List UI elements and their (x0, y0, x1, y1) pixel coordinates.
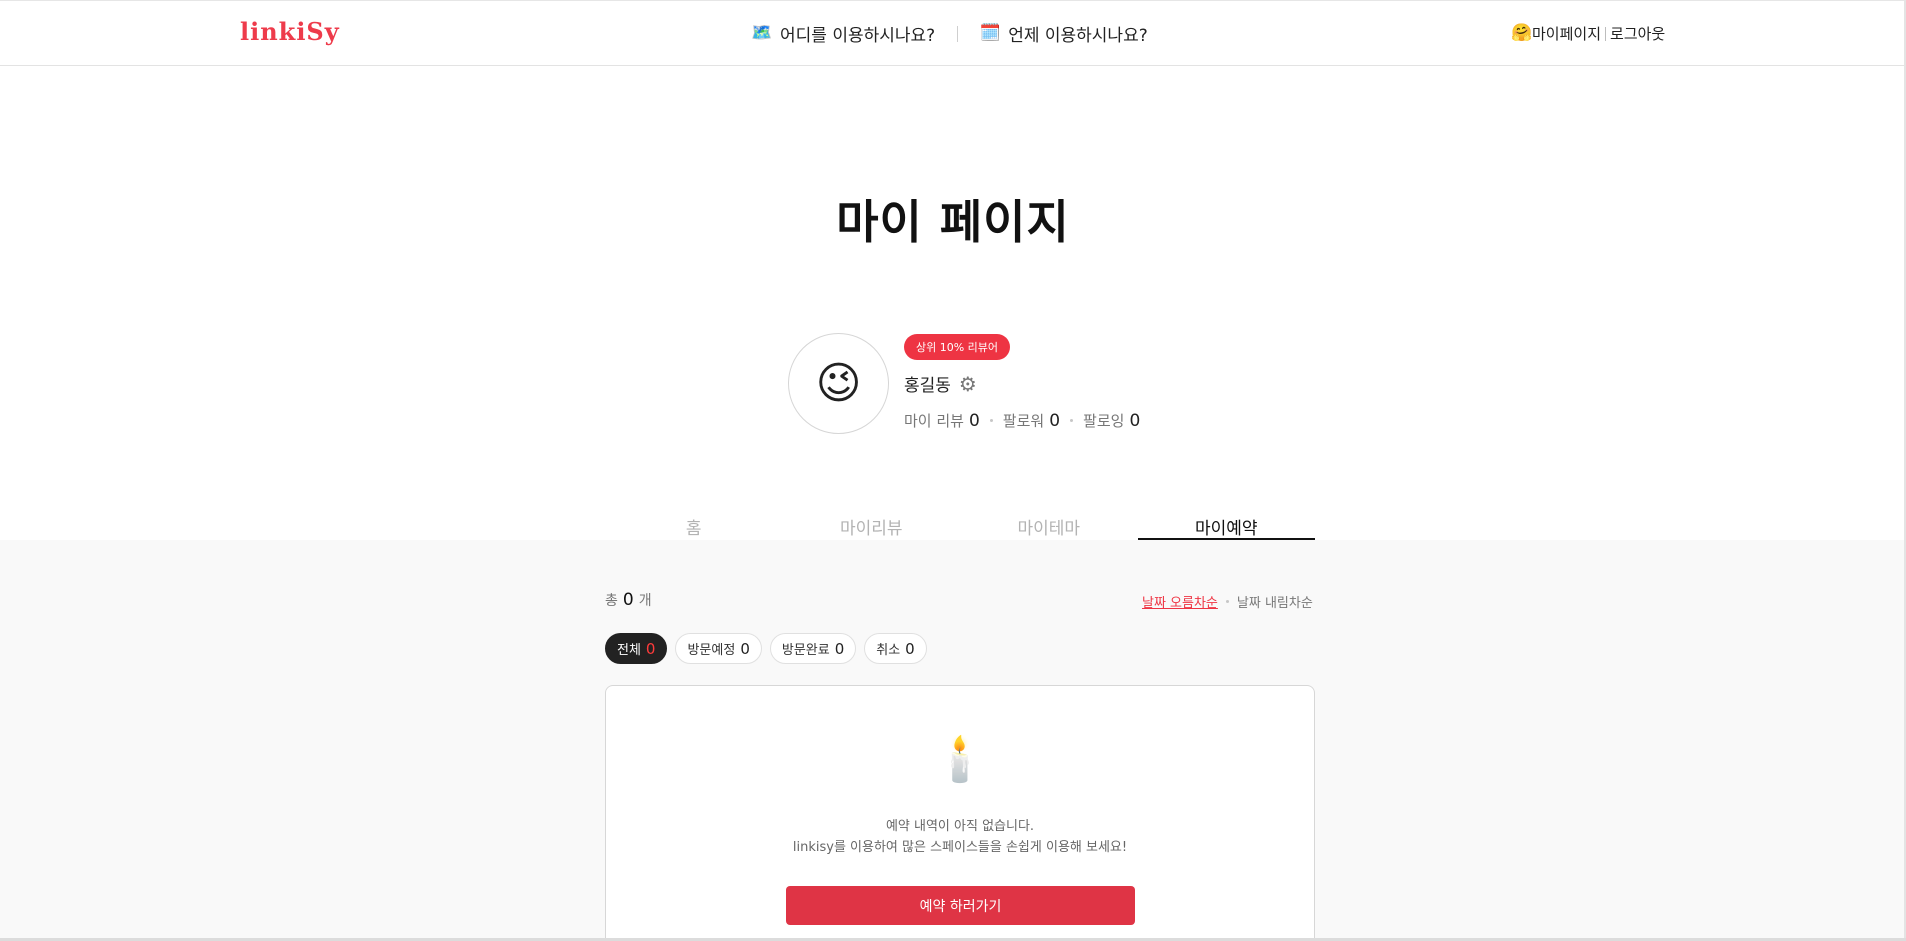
filter-label: 방문완료 (781, 643, 830, 658)
stat-separator (1070, 419, 1074, 422)
empty-message-line2: linkisy를 이용하여 많은 스페이스들을 손쉽게 이용해 보세요! (792, 840, 1128, 855)
total-count: 총 0 개 (605, 590, 652, 610)
sort-separator (1225, 600, 1229, 603)
logout-link[interactable]: 로그아웃 (1610, 23, 1665, 44)
go-reserve-button[interactable]: 예약 하러가기 (786, 886, 1135, 925)
sort-date-asc[interactable]: 날짜 오름차순 (1142, 592, 1218, 611)
stat-label: 팔로잉 (1083, 412, 1125, 430)
stat-followers[interactable]: 팔로워 0 (1003, 410, 1060, 431)
sort-date-desc[interactable]: 날짜 내림차순 (1237, 592, 1313, 611)
calendar-icon: 🗓️ (979, 23, 1001, 43)
total-prefix: 총 (605, 593, 618, 609)
hugging-face-icon: 🤗 (1511, 23, 1533, 43)
empty-message: 예약 내역이 아직 없습니다. linkisy를 이용하여 많은 스페이스들을 … (606, 816, 1314, 858)
reservation-filters: 전체 0 방문예정 0 방문완료 0 취소 0 (605, 633, 927, 664)
stat-value: 0 (968, 411, 980, 431)
user-nav-divider (1605, 26, 1607, 41)
search-nav: 🗺️ 어디를 이용하시나요? 🗓️ 언제 이용하시나요? (751, 21, 1148, 47)
filter-cancelled[interactable]: 취소 0 (864, 633, 927, 664)
nav-divider (957, 25, 959, 42)
user-nav: 🤗 마이페이지 로그아웃 (1511, 23, 1665, 44)
stat-value: 0 (1129, 411, 1141, 431)
mypage-tabs: 홈 마이리뷰 마이테마 마이예약 (605, 510, 1315, 540)
page-title: 마이 페이지 (836, 195, 1070, 249)
total-count-value: 0 (622, 590, 634, 610)
mypage-link[interactable]: 마이페이지 (1532, 23, 1601, 44)
stat-label: 팔로워 (1002, 412, 1045, 430)
filter-label: 전체 (617, 643, 641, 658)
stat-following[interactable]: 팔로잉 0 (1083, 410, 1140, 431)
tab-home[interactable]: 홈 (605, 510, 783, 540)
profile-name-row: 홍길동 ⚙ (904, 371, 977, 397)
filter-label: 취소 (876, 643, 901, 658)
nav-where-link[interactable]: 🗺️ 어디를 이용하시나요? (751, 21, 936, 47)
filter-count: 0 (645, 639, 656, 658)
map-icon: 🗺️ (751, 23, 773, 43)
filter-count: 0 (740, 639, 750, 658)
reviewer-badge: 상위 10% 리뷰어 (904, 334, 1011, 360)
gear-icon[interactable]: ⚙ (959, 372, 977, 396)
tab-my-themes[interactable]: 마이테마 (960, 510, 1138, 540)
avatar: 😉 (788, 333, 889, 434)
empty-message-line1: 예약 내역이 아직 없습니다. (885, 819, 1035, 834)
stat-value: 0 (1049, 411, 1061, 431)
empty-reservations-card: 🕯️ 예약 내역이 아직 없습니다. linkisy를 이용하여 많은 스페이스… (605, 685, 1315, 941)
filter-count: 0 (905, 639, 915, 658)
nav-when-label: 언제 이용하시나요? (1008, 26, 1148, 46)
candle-icon: 🕯️ (932, 734, 988, 785)
stat-separator (989, 419, 993, 422)
filter-visited[interactable]: 방문완료 0 (769, 633, 857, 664)
tab-my-reviews[interactable]: 마이리뷰 (783, 510, 961, 540)
nav-when-link[interactable]: 🗓️ 언제 이용하시나요? (979, 21, 1148, 47)
profile-name: 홍길동 (904, 376, 951, 396)
filter-upcoming[interactable]: 방문예정 0 (675, 633, 762, 664)
total-suffix: 개 (638, 593, 652, 609)
stat-reviews[interactable]: 마이 리뷰 0 (904, 410, 980, 431)
stat-label: 마이 리뷰 (904, 412, 964, 430)
filter-label: 방문예정 (687, 643, 736, 658)
profile-stats: 마이 리뷰 0 팔로워 0 팔로잉 0 (904, 410, 1140, 431)
nav-where-label: 어디를 이용하시나요? (780, 26, 936, 46)
filter-all[interactable]: 전체 0 (605, 633, 668, 664)
top-header: linkiSy 🗺️ 어디를 이용하시나요? 🗓️ 언제 이용하시나요? 🤗 마… (0, 0, 1906, 66)
filter-count: 0 (834, 639, 845, 658)
wink-face-icon: 😉 (815, 358, 862, 409)
logo[interactable]: linkiSy (240, 17, 340, 46)
tab-my-reservations[interactable]: 마이예약 (1137, 510, 1315, 540)
sort-options: 날짜 오름차순 날짜 내림차순 (1142, 592, 1313, 611)
